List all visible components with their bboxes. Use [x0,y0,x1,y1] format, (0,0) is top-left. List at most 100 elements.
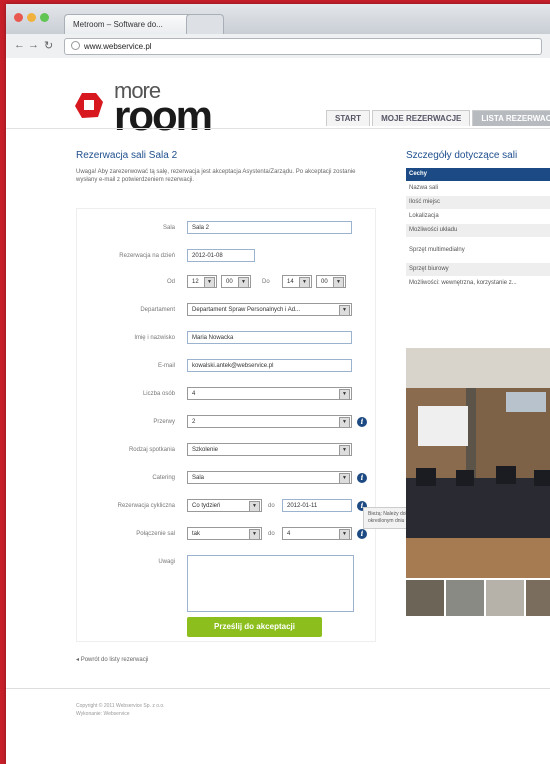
form-row-date: Rezerwacja na dzień 2012-01-08 [77,249,375,264]
chevron-down-icon: ▼ [249,501,260,512]
thumbnail-image[interactable] [486,580,524,616]
chevron-down-icon: ▼ [249,529,260,540]
to-hour-select[interactable]: 14 ▼ [282,275,312,288]
back-arrow-icon[interactable]: ← [14,39,25,51]
footer-divider [6,688,550,689]
thumbnail-image[interactable] [446,580,484,616]
logo-mark-icon [75,93,103,118]
back-link-text: Powrót do listy rezerwacji [80,657,149,663]
thumbnail-image[interactable] [406,580,444,616]
label-email: E-mail [157,363,175,369]
department-select[interactable]: Departament Spraw Personalnych i Ad... ▼ [187,303,352,316]
web-page: more room START MOJE REZERWACJE LISTA RE… [6,58,550,764]
logo-text-room: room [114,92,213,139]
browser-window: Metroom – Software do... ← → ↻ www.webse… [6,4,550,764]
browser-tab-bar: Metroom – Software do... [6,4,550,35]
chevron-down-icon: ▼ [339,473,350,484]
form-row-dept: Departament Departament Spraw Personalny… [77,303,375,318]
details-row: Możliwości układu [406,224,550,238]
details-row: Sprzęt multimedialny [406,238,550,263]
from-minute-select[interactable]: 00 ▼ [221,275,251,288]
form-row-notes: Uwagi [77,555,375,615]
browser-tab-new[interactable] [186,14,224,35]
copyright-text: Copyright © 2011 Webservice Sp. z o.o. [76,703,165,709]
info-icon[interactable]: i [357,529,367,539]
cyclic-select[interactable]: Co tydzień ▼ [187,499,262,512]
details-row: Nazwa sali [406,182,550,196]
breaks-select[interactable]: 2 ▼ [187,415,352,428]
owner-input[interactable]: Maria Nowacka [187,331,352,344]
chevron-down-icon: ▼ [204,277,215,288]
combined-room-select[interactable]: 4 ▼ [282,527,352,540]
maximize-window-icon[interactable] [40,13,49,22]
combined-value: tak [192,531,201,537]
details-row: Możliwości: wewnętrzna, korzystanie z... [406,277,550,291]
minimize-window-icon[interactable] [27,13,36,22]
label-cyclic: Rezerwacja cykliczna [117,503,175,509]
form-row-email: E-mail kowalski.antek@webservice.pl [77,359,375,374]
form-row-sala: Sala Sala 2 [77,221,375,236]
layout-value: Szkolenie [192,447,219,453]
notes-textarea[interactable] [187,555,354,612]
date-input[interactable]: 2012-01-08 [187,249,255,262]
room-photo[interactable] [406,348,550,578]
chevron-down-icon: ▼ [339,529,350,540]
reload-icon[interactable]: ↻ [44,39,53,52]
cyclic-end-input[interactable]: 2012-01-11 [282,499,352,512]
people-value: 4 [192,391,196,397]
to-minute-select[interactable]: 00 ▼ [316,275,346,288]
form-row-cyclic: Rezerwacja cykliczna Co tydzień ▼ do 2012… [77,499,375,514]
sala-input[interactable]: Sala 2 [187,221,352,234]
forward-arrow-icon[interactable]: → [28,39,39,51]
thumbnail-image[interactable] [526,580,550,616]
photo-thumbnails [406,580,550,616]
info-icon[interactable]: i [357,473,367,483]
label-catering: Catering [152,475,175,481]
address-text: www.webservice.pl [84,42,152,51]
back-to-list-link[interactable]: ◂ Powrót do listy rezerwacji [76,656,148,663]
label-layout: Rodzaj spotkania [128,447,175,453]
cyclic-value: Co tydzień [192,503,221,509]
form-row-breaks: Przerwy 2 ▼ i [77,415,375,430]
catering-select[interactable]: Sala ▼ [187,471,352,484]
browser-tab-active[interactable]: Metroom – Software do... [64,14,200,35]
submit-for-approval-button[interactable]: Prześlij do akceptacji [187,617,322,637]
to-hour-value: 14 [287,279,294,285]
info-icon[interactable]: i [357,417,367,427]
browser-toolbar: ← → ↻ www.webservice.pl [6,34,550,59]
page-title: Rezerwacja sali Sala 2 [76,150,178,161]
breaks-value: 2 [192,419,196,425]
label-notes: Uwagi [158,559,175,565]
credits-text: Wykonanie: Webservice [76,711,130,717]
chevron-down-icon: ▼ [339,305,350,316]
label-sala: Sala [162,225,175,231]
layout-select[interactable]: Szkolenie ▼ [187,443,352,456]
nav-item-my-reservations[interactable]: MOJE REZERWACJE [372,110,471,126]
from-hour-select[interactable]: 12 ▼ [187,275,217,288]
reservation-form: Sala Sala 2 Rezerwacja na dzień 2012-01-… [76,208,376,642]
people-select[interactable]: 4 ▼ [187,387,352,400]
form-row-submit: Prześlij do akceptacji [77,617,375,637]
label-combined: Połączenie sal [136,531,175,537]
details-row: Cechy [406,168,550,182]
chevron-down-icon: ▼ [238,277,249,288]
form-row-catering: Catering Sala ▼ i [77,471,375,486]
nav-item-reservation-list[interactable]: LISTA REZERWACJI [472,110,550,126]
details-title: Szczegóły dotyczące sali [406,150,518,161]
details-row: Lokalizacja [406,210,550,224]
address-bar[interactable]: www.webservice.pl [64,38,542,55]
form-row-combined: Połączenie sal tak ▼ do 4 ▼ i [77,527,375,542]
email-input[interactable]: kowalski.antek@webservice.pl [187,359,352,372]
form-row-layout: Rodzaj spotkania Szkolenie ▼ [77,443,375,458]
chevron-down-icon: ▼ [339,445,350,456]
catering-value: Sala [192,475,205,481]
label-breaks: Przerwy [153,419,175,425]
details-table: Cechy Nazwa sali Ilość miejsc Lokalizacj… [406,168,550,291]
close-window-icon[interactable] [14,13,23,22]
combined-room-value: 4 [287,531,291,537]
chevron-down-icon: ▼ [333,277,344,288]
combined-select[interactable]: tak ▼ [187,527,262,540]
nav-item-start[interactable]: START [326,110,371,126]
label-people: Liczba osób [142,391,175,397]
label-cyclic-to: do [268,503,275,509]
